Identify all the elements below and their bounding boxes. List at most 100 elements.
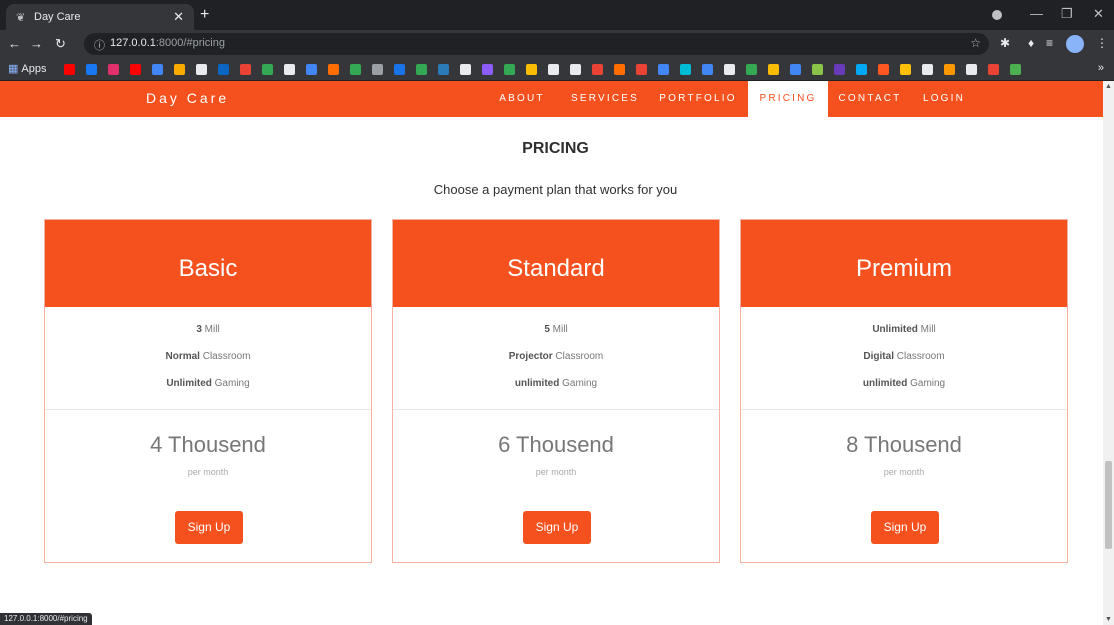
link-status-bar: 127.0.0.1:8000/#pricing: [0, 613, 92, 625]
plan-name: Basic: [45, 220, 371, 307]
extensions-icon[interactable]: ✱: [1000, 36, 1010, 50]
bookmark-favicon-icon[interactable]: [724, 64, 735, 75]
address-url: 127.0.0.1:8000/#pricing: [110, 37, 225, 49]
bookmark-favicon-icon[interactable]: [768, 64, 779, 75]
bookmark-favicon-icon[interactable]: [438, 64, 449, 75]
tab-close-icon[interactable]: ✕: [173, 9, 184, 25]
extension-puzzle-icon[interactable]: ♦: [1028, 36, 1034, 50]
plan-period: per month: [883, 467, 925, 477]
bookmark-favicon-icon[interactable]: [328, 64, 339, 75]
bookmark-favicon-icon[interactable]: [526, 64, 537, 75]
bookmark-favicon-icon[interactable]: [130, 64, 141, 75]
bookmark-favicon-icon[interactable]: [966, 64, 977, 75]
bookmark-favicon-icon[interactable]: [86, 64, 97, 75]
scroll-up-icon[interactable]: ▲: [1105, 83, 1112, 90]
scrollbar-thumb[interactable]: [1105, 461, 1112, 549]
nav-portfolio[interactable]: PORTFOLIO: [650, 81, 746, 117]
sign-up-button[interactable]: Sign Up: [175, 511, 243, 544]
address-bar[interactable]: ⓘ 127.0.0.1:8000/#pricing ☆: [84, 33, 989, 55]
bookmark-favicon-icon[interactable]: [284, 64, 295, 75]
nav-login[interactable]: LOGIN: [914, 81, 974, 117]
plan-feature: 3 Mill: [196, 324, 220, 335]
pricing-title: PRICING: [522, 140, 589, 157]
nav-about[interactable]: ABOUT: [484, 81, 560, 117]
bookmark-favicon-icon[interactable]: [196, 64, 207, 75]
bookmark-favicon-icon[interactable]: [746, 64, 757, 75]
plan-feature: 5 Mill: [544, 324, 568, 335]
bookmark-favicon-icon[interactable]: [878, 64, 889, 75]
new-tab-icon[interactable]: +: [200, 6, 209, 24]
bookmark-favicon-icon[interactable]: [834, 64, 845, 75]
browser-tab[interactable]: ❦ Day Care ✕: [6, 4, 194, 30]
bookmark-favicon-icon[interactable]: [306, 64, 317, 75]
bookmark-favicon-icon[interactable]: [790, 64, 801, 75]
bookmark-favicon-icon[interactable]: [262, 64, 273, 75]
card-divider: [741, 409, 1067, 410]
restore-icon[interactable]: ❐: [1061, 6, 1073, 22]
bookmark-star-icon[interactable]: ☆: [970, 36, 981, 50]
bookmark-favicon-icon[interactable]: [460, 64, 471, 75]
apps-grid-icon: ▦: [8, 63, 19, 75]
bookmark-favicon-icon[interactable]: [680, 64, 691, 75]
nav-pricing[interactable]: PRICING: [748, 81, 828, 117]
close-window-icon[interactable]: ✕: [1093, 6, 1104, 22]
plan-feature: unlimited Gaming: [862, 378, 946, 389]
bookmark-favicon-icon[interactable]: [372, 64, 383, 75]
site-info-icon[interactable]: ⓘ: [94, 37, 105, 53]
plan-feature: Digital Classroom: [863, 351, 945, 362]
menu-dots-icon[interactable]: ⋮: [1096, 36, 1108, 50]
plan-period: per month: [187, 467, 229, 477]
bookmark-favicon-icon[interactable]: [944, 64, 955, 75]
bookmark-favicon-icon[interactable]: [64, 64, 75, 75]
minimize-icon[interactable]: —: [1030, 6, 1043, 21]
bookmark-favicon-icon[interactable]: [548, 64, 559, 75]
bookmarks-bar: ▦ Apps »: [0, 58, 1114, 81]
plan-name: Premium: [741, 220, 1067, 307]
bookmark-favicon-icon[interactable]: [152, 64, 163, 75]
site-navbar: Day Care ABOUT SERVICES PORTFOLIO PRICIN…: [0, 81, 1103, 117]
plan-price: 6 Thousend: [498, 432, 614, 457]
sign-up-button[interactable]: Sign Up: [871, 511, 939, 544]
sign-up-button[interactable]: Sign Up: [523, 511, 591, 544]
bookmark-favicon-icon[interactable]: [482, 64, 493, 75]
bookmark-favicon-icon[interactable]: [504, 64, 515, 75]
bookmark-favicon-icon[interactable]: [1010, 64, 1021, 75]
tab-search-icon[interactable]: [992, 10, 1002, 20]
bookmark-favicon-icon[interactable]: [856, 64, 867, 75]
bookmark-favicon-icon[interactable]: [658, 64, 669, 75]
bookmark-favicon-icon[interactable]: [570, 64, 581, 75]
plan-feature: Projector Classroom: [508, 351, 604, 362]
card-divider: [45, 409, 371, 410]
bookmarks-overflow-icon[interactable]: »: [1098, 62, 1104, 74]
tab-title: Day Care: [34, 11, 81, 23]
nav-contact[interactable]: CONTACT: [830, 81, 910, 117]
bookmark-favicon-icon[interactable]: [350, 64, 361, 75]
bookmark-favicon-icon[interactable]: [218, 64, 229, 75]
bookmark-favicon-icon[interactable]: [240, 64, 251, 75]
page-scrollbar[interactable]: ▲ ▼: [1103, 81, 1114, 625]
forward-icon[interactable]: →: [30, 36, 43, 51]
bookmark-apps[interactable]: ▦ Apps: [8, 62, 46, 75]
bookmark-favicon-icon[interactable]: [636, 64, 647, 75]
bookmark-favicon-icon[interactable]: [922, 64, 933, 75]
bookmark-favicon-icon[interactable]: [812, 64, 823, 75]
profile-avatar[interactable]: [1066, 35, 1084, 53]
reading-list-icon[interactable]: ≡: [1046, 36, 1053, 50]
nav-services[interactable]: SERVICES: [562, 81, 648, 117]
bookmark-favicon-icon[interactable]: [614, 64, 625, 75]
back-icon[interactable]: ←: [8, 36, 21, 51]
bookmark-favicon-icon[interactable]: [900, 64, 911, 75]
bookmark-favicon-icon[interactable]: [108, 64, 119, 75]
plan-feature: Normal Classroom: [165, 351, 251, 362]
bookmark-favicon-icon[interactable]: [174, 64, 185, 75]
plan-card-standard: Standard 5 Mill Projector Classroom unli…: [392, 219, 720, 563]
reload-icon[interactable]: ↻: [55, 36, 66, 52]
bookmark-favicon-icon[interactable]: [592, 64, 603, 75]
site-brand[interactable]: Day Care: [146, 90, 229, 106]
scroll-down-icon[interactable]: ▼: [1105, 616, 1112, 623]
plan-card-basic: Basic 3 Mill Normal Classroom Unlimited …: [44, 219, 372, 563]
bookmark-favicon-icon[interactable]: [988, 64, 999, 75]
bookmark-favicon-icon[interactable]: [416, 64, 427, 75]
bookmark-favicon-icon[interactable]: [702, 64, 713, 75]
bookmark-favicon-icon[interactable]: [394, 64, 405, 75]
